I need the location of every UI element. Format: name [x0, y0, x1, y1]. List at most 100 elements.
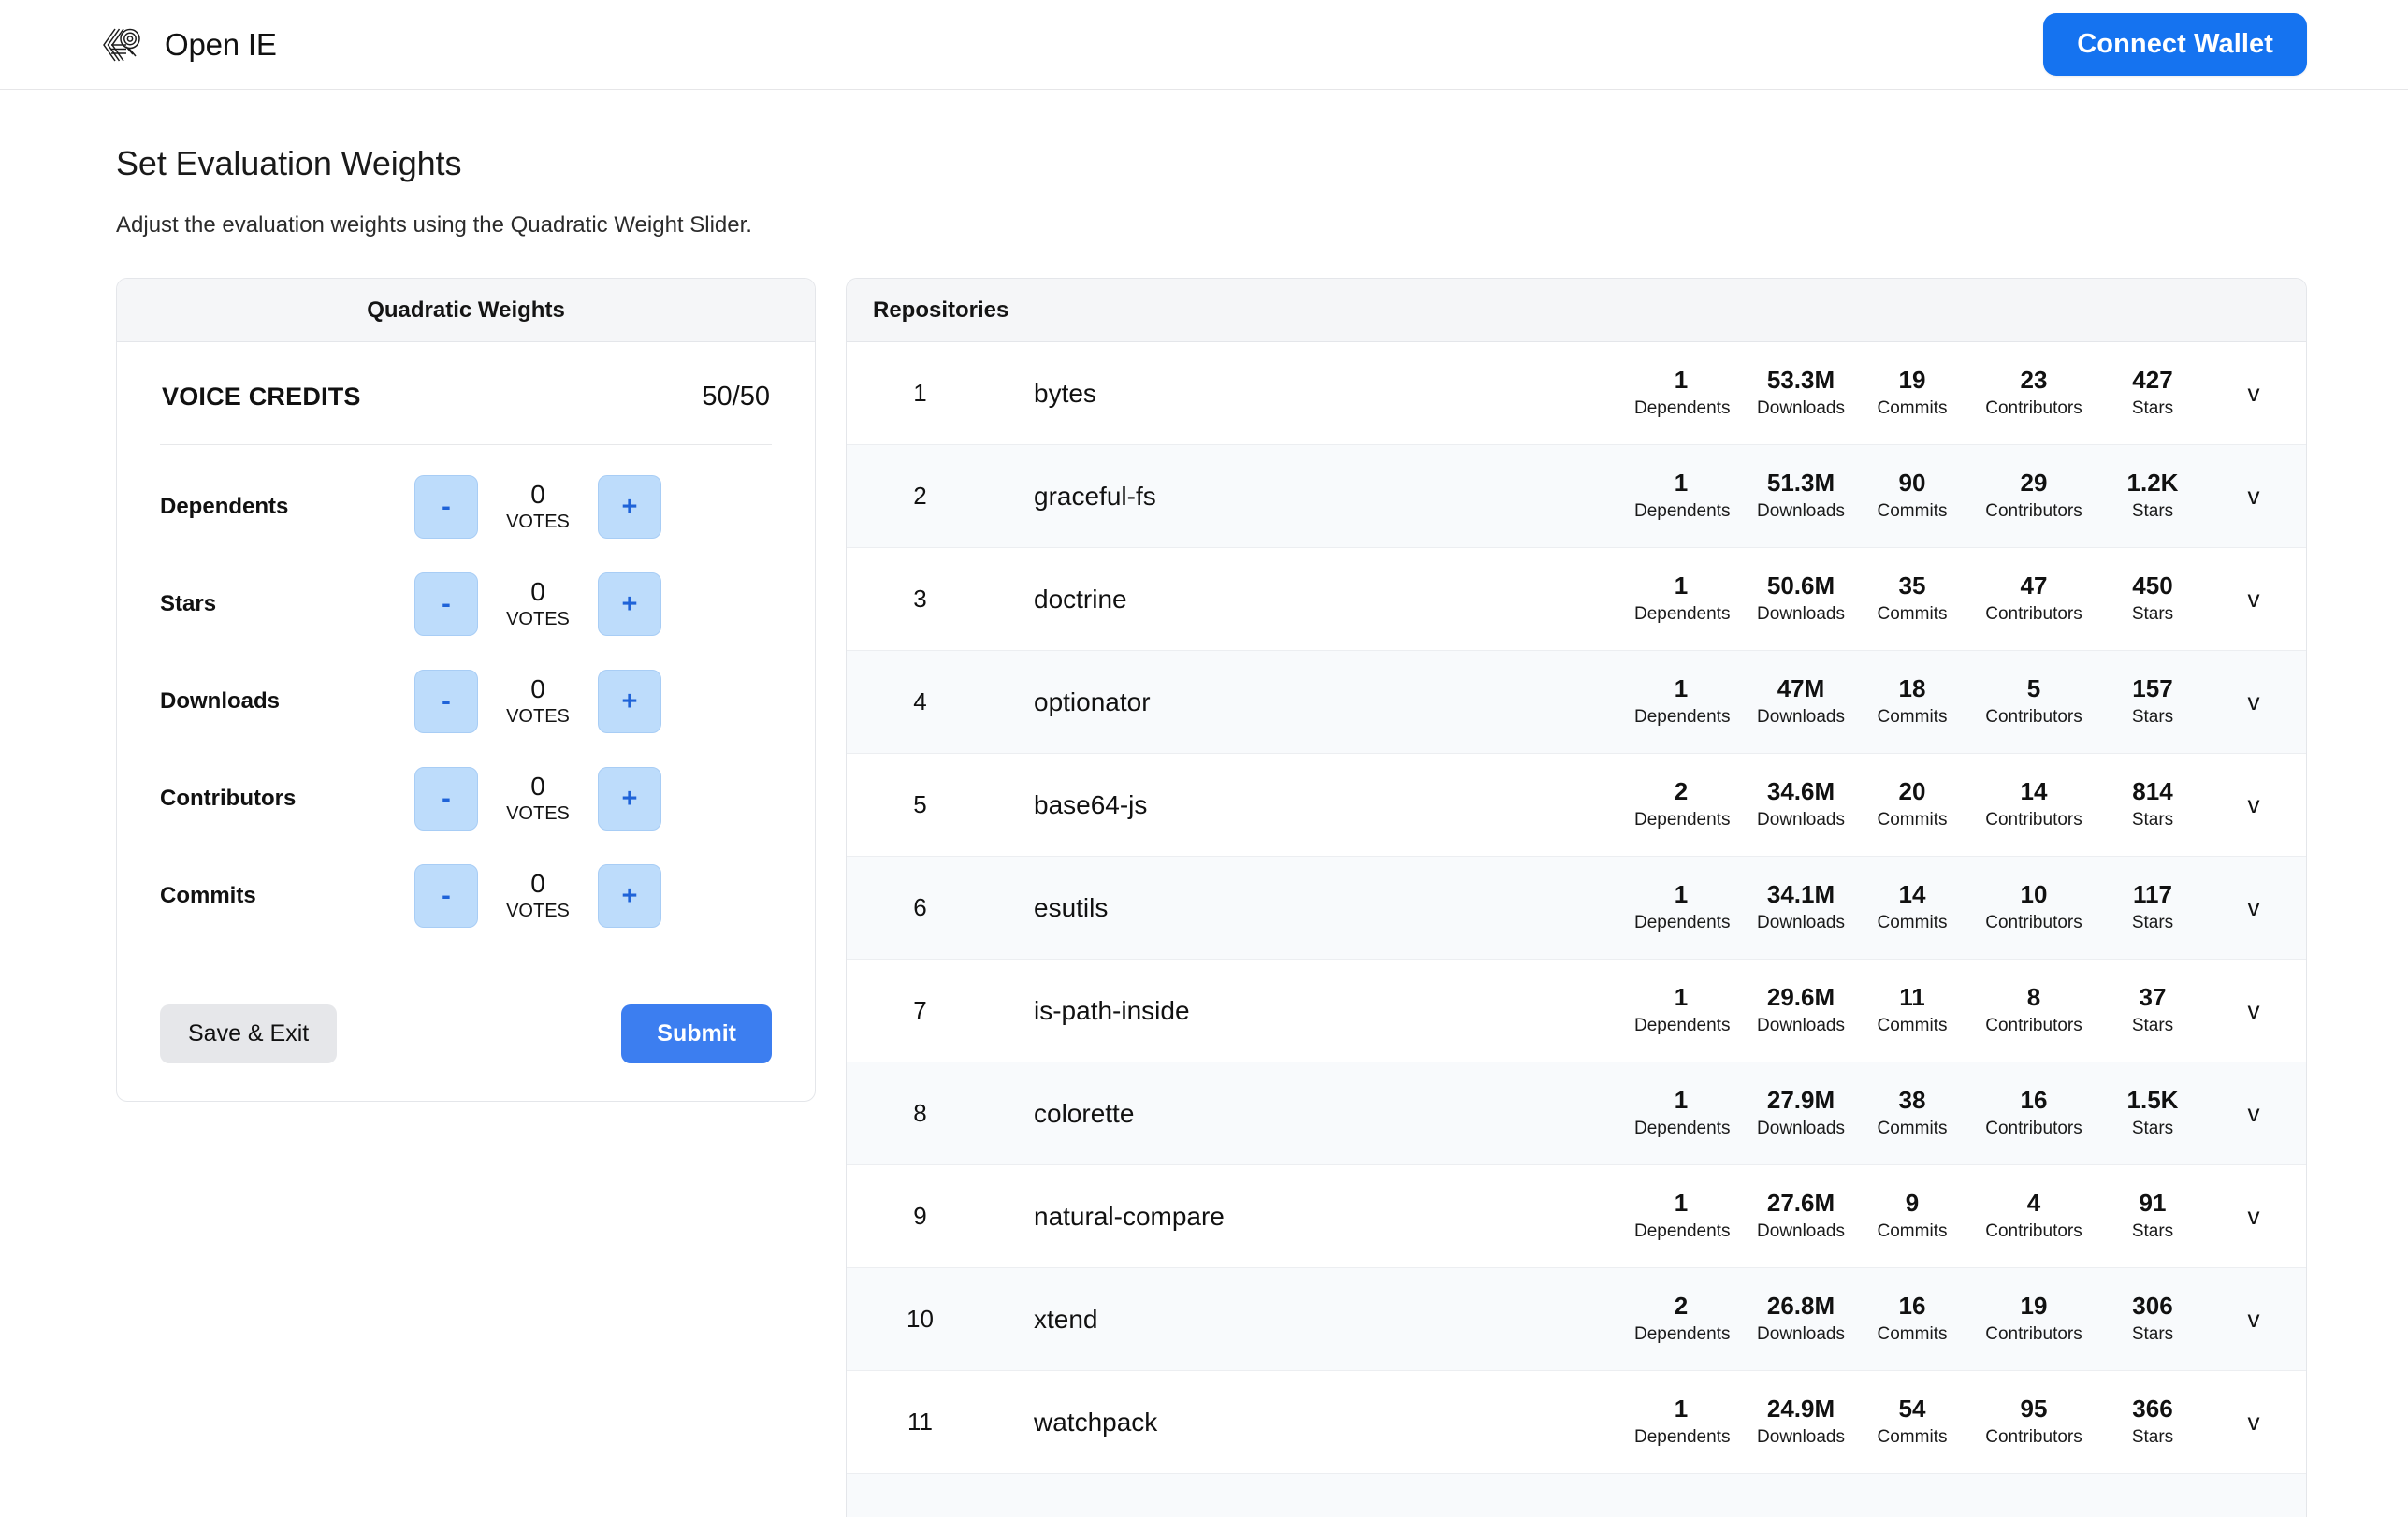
stat-value: 1.5K: [2126, 1086, 2179, 1115]
stat-label: Stars: [2131, 1323, 2174, 1344]
chevron-down-icon[interactable]: v: [2201, 857, 2306, 959]
stat-value: 29.6M: [1766, 983, 1835, 1012]
chevron-down-icon[interactable]: v: [2201, 548, 2306, 650]
voice-credits-row: VOICE CREDITS 50/50: [160, 382, 772, 412]
stat-label: Dependents: [1634, 1118, 1731, 1138]
chevron-down-icon[interactable]: v: [2201, 445, 2306, 547]
table-row[interactable]: 7 is-path-inside 1 Dependents 29.6M Down…: [847, 960, 2306, 1062]
table-row[interactable]: 4 optionator 1 Dependents 47M Downloads: [847, 651, 2306, 754]
weights-actions: Save & Exit Submit: [160, 1004, 772, 1063]
top-navigation-bar: Open IE Connect Wallet: [0, 0, 2408, 90]
table-row[interactable]: 3 doctrine 1 Dependents 50.6M Downloads: [847, 548, 2306, 651]
repo-name: optionator: [1034, 686, 1151, 716]
stat-dependents: 1 Dependents: [1621, 882, 1741, 932]
repo-name: esutils: [1034, 892, 1109, 922]
increment-button-dependents[interactable]: +: [598, 475, 661, 539]
chevron-down-icon[interactable]: v: [2201, 1371, 2306, 1473]
weight-row-commits: Commits - 0 VOTES +: [160, 847, 772, 945]
decrement-button-downloads[interactable]: -: [414, 670, 478, 733]
chevron-down-icon[interactable]: v: [2201, 1165, 2306, 1267]
stat-value: 34.6M: [1766, 777, 1835, 806]
table-row[interactable]: 2 graceful-fs 1 Dependents 51.3M Downloa…: [847, 445, 2306, 548]
table-row[interactable]: 2 Dependents 24.3M Downloads 130 Commits: [847, 1474, 2306, 1517]
stat-label: Dependents: [1634, 397, 1731, 418]
increment-button-commits[interactable]: +: [598, 864, 661, 928]
stat-dependents: 1 Dependents: [1621, 1396, 1741, 1447]
table-row[interactable]: 9 natural-compare 1 Dependents 27.6M Dow…: [847, 1165, 2306, 1268]
weight-label: Contributors: [160, 786, 297, 811]
stat-value: 20: [1898, 777, 1926, 806]
stat-label: Commits: [1877, 1426, 1948, 1447]
table-row[interactable]: 5 base64-js 2 Dependents 34.6M Downloads: [847, 754, 2306, 857]
brand[interactable]: Open IE: [101, 26, 277, 64]
repo-stats: 1 Dependents 24.9M Downloads 54 Commits: [1621, 1396, 2201, 1447]
chevron-down-icon[interactable]: v: [2201, 754, 2306, 856]
stat-label: Contributors: [1985, 500, 2082, 521]
weight-row-stars: Stars - 0 VOTES +: [160, 556, 772, 653]
stat-label: Contributors: [1985, 1118, 2082, 1138]
chevron-down-icon[interactable]: v: [2201, 651, 2306, 753]
increment-button-contributors[interactable]: +: [598, 767, 661, 831]
table-row[interactable]: 8 colorette 1 Dependents 27.9M Downloads: [847, 1062, 2306, 1165]
repo-rank: 9: [847, 1165, 994, 1267]
stat-value: 157: [2132, 674, 2173, 703]
chevron-down-icon[interactable]: v: [2201, 1268, 2306, 1370]
stat-stars: 1.2K Stars: [2104, 470, 2201, 521]
stat-value: 2: [1674, 1292, 1689, 1321]
increment-button-stars[interactable]: +: [598, 572, 661, 636]
stat-label: Downloads: [1757, 1118, 1845, 1138]
stat-downloads: 47M Downloads: [1741, 676, 1861, 727]
repo-rank: 7: [847, 960, 994, 1062]
decrement-button-stars[interactable]: -: [414, 572, 478, 636]
stat-downloads: 50.6M Downloads: [1741, 573, 1861, 624]
stat-label: Downloads: [1757, 500, 1845, 521]
stat-label: Dependents: [1634, 603, 1731, 624]
submit-button[interactable]: Submit: [621, 1004, 772, 1063]
stat-label: Stars: [2131, 809, 2174, 830]
connect-wallet-button[interactable]: Connect Wallet: [2043, 13, 2307, 76]
table-row[interactable]: 1 bytes 1 Dependents 53.3M Downloads 19 …: [847, 342, 2306, 445]
stat-contributors: 5 Contributors: [1964, 676, 2104, 727]
stat-value: 9: [1905, 1189, 1920, 1218]
table-row[interactable]: 11 watchpack 1 Dependents 24.9M Download…: [847, 1371, 2306, 1474]
increment-button-downloads[interactable]: +: [598, 670, 661, 733]
weight-row-contributors: Contributors - 0 VOTES +: [160, 750, 772, 847]
quadratic-weights-body: VOICE CREDITS 50/50 Dependents - 0 VOTES…: [117, 342, 815, 1101]
stat-label: Downloads: [1757, 397, 1845, 418]
votes-unit-label: VOTES: [506, 900, 570, 921]
weight-label: Stars: [160, 591, 217, 616]
chevron-down-icon[interactable]: v: [2201, 1062, 2306, 1164]
repo-rank: 11: [847, 1371, 994, 1473]
weight-label: Downloads: [160, 688, 281, 714]
stat-label: Commits: [1877, 500, 1948, 521]
stat-value: 26.8M: [1766, 1292, 1835, 1321]
repo-main: is-path-inside 1 Dependents 29.6M Downlo…: [994, 960, 2201, 1062]
decrement-button-dependents[interactable]: -: [414, 475, 478, 539]
stat-label: Downloads: [1757, 1221, 1845, 1241]
table-row[interactable]: 10 xtend 2 Dependents 26.8M Downloads 16…: [847, 1268, 2306, 1371]
stat-value: 1: [1674, 571, 1689, 600]
open-ie-monogram-icon: [101, 26, 144, 64]
repo-main: colorette 1 Dependents 27.9M Downloads 3…: [994, 1062, 2201, 1164]
table-row[interactable]: 6 esutils 1 Dependents 34.1M Downloads 1…: [847, 857, 2306, 960]
stat-label: Downloads: [1757, 603, 1845, 624]
stat-label: Stars: [2131, 1221, 2174, 1241]
stat-downloads: 29.6M Downloads: [1741, 985, 1861, 1035]
stat-value: 29: [2020, 469, 2048, 498]
save-and-exit-button[interactable]: Save & Exit: [160, 1004, 338, 1063]
stat-contributors: 8 Contributors: [1964, 985, 2104, 1035]
decrement-button-commits[interactable]: -: [414, 864, 478, 928]
decrement-button-contributors[interactable]: -: [414, 767, 478, 831]
stat-dependents: 1 Dependents: [1621, 1191, 1741, 1241]
stat-label: Contributors: [1985, 706, 2082, 727]
repo-rank: 2: [847, 445, 994, 547]
stat-value: 53.3M: [1766, 366, 1835, 395]
stat-label: Commits: [1877, 1323, 1948, 1344]
chevron-down-icon[interactable]: v: [2201, 342, 2306, 444]
chevron-down-icon[interactable]: v: [2201, 960, 2306, 1062]
content-columns: Quadratic Weights VOICE CREDITS 50/50 De…: [0, 238, 2408, 1517]
stat-dependents: 2 Dependents: [1621, 779, 1741, 830]
stat-value: 34.1M: [1766, 880, 1835, 909]
stat-downloads: 26.8M Downloads: [1741, 1293, 1861, 1344]
votes-unit-label: VOTES: [506, 608, 570, 629]
